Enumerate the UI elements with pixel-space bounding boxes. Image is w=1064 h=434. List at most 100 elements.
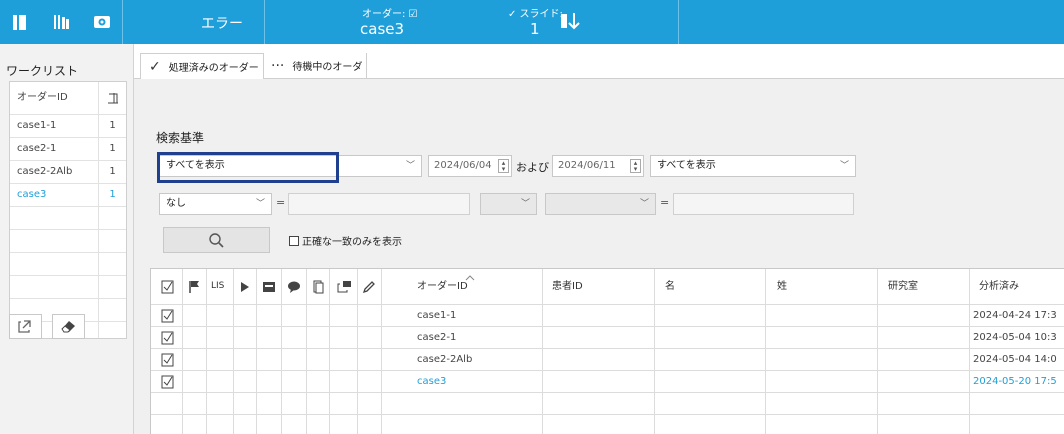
export-button[interactable]	[9, 314, 42, 339]
top-bar: エラー オーダー: ☑ case3 ✓ スライド: 1	[0, 0, 1064, 44]
row-order-id[interactable]: case2-2Alb	[417, 349, 472, 370]
tab-processed-orders[interactable]: ✓ 処理済みのオーダー	[140, 53, 264, 79]
slides-icon[interactable]	[52, 12, 72, 32]
eraser-icon	[61, 321, 75, 333]
worklist-panel: ワークリスト オーダーID case1-1 1 case2-1 1 case2-…	[0, 44, 134, 434]
book-icon[interactable]	[10, 12, 30, 32]
check-icon[interactable]	[161, 280, 175, 294]
status-title: エラー	[201, 16, 243, 32]
order-value: case3	[360, 20, 405, 38]
worklist-table: オーダーID case1-1 1 case2-1 1 case2-2Alb 1 …	[9, 81, 127, 339]
worklist-col-id[interactable]: オーダーID	[10, 82, 99, 114]
sort-asc-icon	[465, 275, 475, 281]
date-to-field[interactable]: 2024/06/11 ▴ ▾	[552, 155, 644, 177]
row-check-icon[interactable]	[161, 309, 175, 323]
chevron-down-icon: ﹀	[405, 161, 415, 171]
col-analyzed[interactable]: 分析済み	[979, 269, 1019, 304]
order-indicator: オーダー: ☑ case3	[360, 5, 418, 38]
worklist-item-count: 1	[109, 189, 116, 200]
highlight-box	[157, 152, 339, 183]
row-analyzed: 2024-05-04 10:3	[973, 332, 1057, 343]
pen-icon[interactable]	[362, 280, 376, 294]
worklist-header: オーダーID	[10, 82, 126, 115]
list-item	[10, 253, 126, 276]
field-select-value: なし	[166, 198, 186, 209]
row-order-id[interactable]: case1-1	[417, 305, 456, 326]
tab-pending-orders[interactable]: ···待機中のオーダー	[267, 53, 367, 99]
slide-label: ✓ スライド:	[508, 9, 563, 20]
checkbox-icon	[289, 236, 299, 246]
exact-match-checkbox[interactable]: 正確な一致のみを表示	[289, 233, 402, 248]
status-filter-select[interactable]: すべてを表示 ﹀	[650, 155, 856, 177]
equals-label: =	[660, 196, 670, 209]
sort-down-icon[interactable]	[560, 11, 582, 33]
worklist-item-count: 1	[109, 143, 116, 154]
list-item[interactable]: case2-2Alb 1	[10, 161, 126, 184]
second-value-input[interactable]	[673, 193, 854, 215]
date-from-field[interactable]: 2024/06/04 ▴ ▾	[428, 155, 512, 177]
search-criteria-label: 検索基準	[156, 131, 205, 145]
folder-icon[interactable]	[262, 280, 276, 294]
clear-button[interactable]	[52, 314, 85, 339]
slide-indicator: ✓ スライド: 1	[508, 5, 563, 38]
date-to-value: 2024/06/11	[558, 160, 616, 171]
row-analyzed: 2024-04-24 17:3	[973, 310, 1057, 321]
slide-value: 1	[530, 20, 540, 38]
worklist-item-count: 1	[109, 120, 116, 131]
comment-icon[interactable]	[287, 280, 301, 294]
chevron-down-icon: ﹀	[839, 161, 849, 171]
results-table: LIS オーダーID 患者ID 名 姓 研究室 分析済み case1-1 202…	[150, 268, 1064, 434]
search-button[interactable]	[163, 227, 270, 253]
lis-column[interactable]: LIS	[211, 269, 224, 304]
row-analyzed: 2024-05-20 17:5	[973, 376, 1057, 387]
field-select[interactable]: なし ﹀	[159, 193, 272, 215]
list-item[interactable]: case1-1 1	[10, 115, 126, 138]
chevron-down-icon: ﹀	[255, 199, 265, 209]
list-item[interactable]: case2-1 1	[10, 138, 126, 161]
status-filter-value: すべてを表示	[657, 160, 716, 171]
worklist-item-id: case3	[10, 184, 99, 206]
slide-count-icon[interactable]	[99, 82, 126, 114]
tab-bar: ✓ 処理済みのオーダー ···待機中のオーダー	[134, 44, 1064, 99]
row-order-id[interactable]: case2-1	[417, 327, 456, 348]
tab-label: 処理済みのオーダー	[168, 63, 259, 74]
list-item[interactable]: case3 1	[10, 184, 126, 207]
and-label: および	[516, 161, 549, 174]
worklist-title: ワークリスト	[6, 64, 79, 78]
export-icon	[18, 320, 31, 333]
row-order-id[interactable]: case3	[417, 371, 446, 392]
exact-match-label: 正確な一致のみを表示	[302, 237, 402, 248]
spinner-icon[interactable]: ▴ ▾	[630, 159, 641, 173]
col-lab[interactable]: 研究室	[888, 269, 918, 304]
operator-select[interactable]: ﹀	[480, 193, 537, 215]
eye-icon[interactable]	[92, 12, 112, 32]
list-item	[10, 207, 126, 230]
row-check-icon[interactable]	[161, 375, 175, 389]
chevron-down-icon: ﹀	[520, 199, 530, 209]
search-icon	[209, 233, 224, 248]
check-icon: ✓	[149, 59, 161, 75]
flag-icon[interactable]	[188, 280, 202, 294]
col-patient-id[interactable]: 患者ID	[552, 269, 583, 304]
order-label: オーダー: ☑	[362, 9, 418, 20]
copy-icon[interactable]	[311, 280, 325, 294]
date-from-value: 2024/06/04	[434, 160, 492, 171]
play-icon[interactable]	[239, 280, 251, 294]
row-check-icon[interactable]	[161, 353, 175, 367]
worklist-item-id: case1-1	[10, 115, 99, 137]
more-icon: ···	[271, 58, 285, 74]
row-check-icon[interactable]	[161, 331, 175, 345]
list-item	[10, 230, 126, 253]
worklist-item-id: case2-1	[10, 138, 99, 160]
second-field-select[interactable]: ﹀	[545, 193, 656, 215]
equals-label: =	[276, 196, 286, 209]
field-value-input[interactable]	[288, 193, 470, 215]
list-item	[10, 276, 126, 299]
row-analyzed: 2024-05-04 14:0	[973, 354, 1057, 365]
col-last-name[interactable]: 姓	[777, 269, 787, 304]
chevron-down-icon: ﹀	[639, 199, 649, 209]
export-icon[interactable]	[336, 280, 352, 294]
col-first-name[interactable]: 名	[665, 269, 675, 304]
spinner-icon[interactable]: ▴ ▾	[498, 159, 509, 173]
col-order-id[interactable]: オーダーID	[417, 269, 468, 304]
